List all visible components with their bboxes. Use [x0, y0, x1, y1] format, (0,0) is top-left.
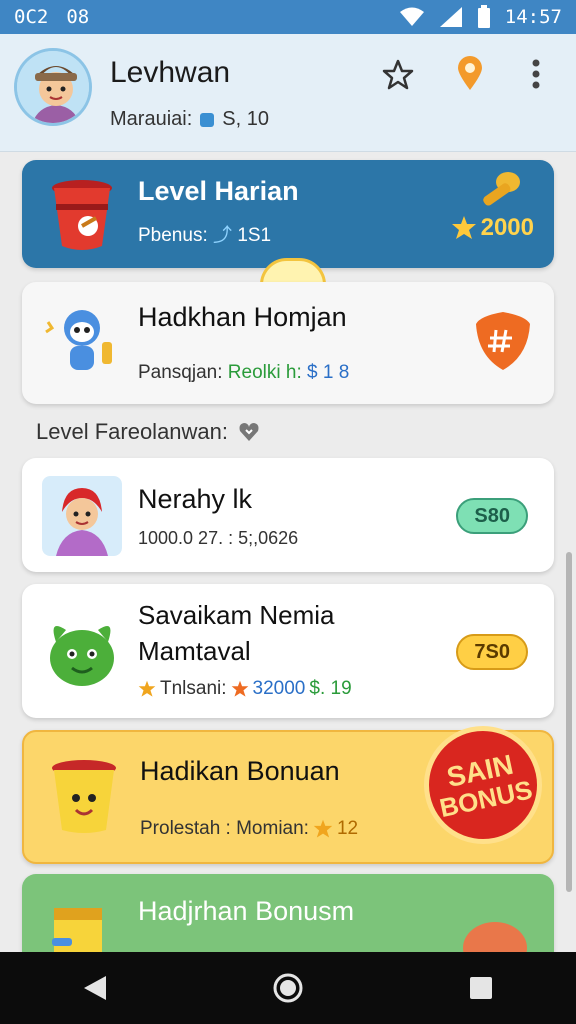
status-text-1: 0C2: [14, 6, 49, 28]
card-title: Hadikan Bonuan: [140, 756, 340, 786]
status-text-2: 08: [66, 6, 90, 28]
card-title: Nerahy lk: [138, 484, 253, 514]
card-sub-mid: Reolki h:: [227, 362, 302, 383]
shield-badge-icon[interactable]: [474, 310, 532, 372]
profile-sub-value: S, 10: [222, 108, 269, 130]
card-sub-value-2: $. 19: [309, 678, 352, 699]
heart-icon: [239, 423, 259, 441]
profile-sub-label: Marauiai:: [110, 108, 193, 130]
gold-key-icon: [483, 172, 520, 206]
profile-name: Levhwan: [110, 56, 231, 89]
arrow-icon: ⤴: [213, 225, 233, 246]
section-label: Level Fareolanwan:: [36, 419, 260, 445]
score-badge: 2000: [451, 214, 534, 242]
wifi-icon: [399, 7, 424, 26]
card-title: Level Harian: [138, 176, 299, 206]
cup-icon: [52, 760, 116, 833]
card-hadkhan-homjan[interactable]: Hadkhan Homjan Pansqjan: Reolki h: $ 1 8: [22, 282, 554, 404]
recents-icon[interactable]: [468, 975, 494, 1001]
treasure-box-icon: [52, 908, 102, 952]
mascot-icon: [45, 310, 112, 370]
card-title: Hadkhan Homjan: [138, 302, 347, 332]
signal-icon: [439, 7, 462, 27]
card-subtitle: Pbenus: ⤴ 1S1: [138, 220, 271, 247]
card-sub-value: 12: [336, 818, 359, 839]
star-outline-icon[interactable]: [378, 54, 418, 94]
character-avatar-icon: [42, 476, 122, 556]
card-sub-value: 1S1: [237, 225, 272, 246]
value-pill[interactable]: 7S0: [456, 634, 528, 670]
card-hadjrhan[interactable]: Hadjrhan Bonusm: [22, 874, 554, 952]
card-sub-label: Pbenus:: [138, 225, 208, 246]
card-subtitle: Pansqjan: Reolki h: $ 1 8: [138, 362, 349, 384]
sain-bonus-badge[interactable]: SAIN BONUS: [413, 715, 553, 855]
card-level-harian[interactable]: Level Harian Pbenus: ⤴ 1S1 2000: [22, 160, 554, 268]
gem-icon: [200, 112, 215, 127]
star-icon: [138, 680, 156, 697]
profile-header: Levhwan Marauiai: S, 10: [0, 34, 576, 152]
score-value: 2000: [480, 214, 534, 241]
avatar[interactable]: [14, 48, 92, 126]
content-list[interactable]: Level Harian Pbenus: ⤴ 1S1 2000 Hadkhan …: [0, 152, 576, 952]
card-sub-label: Tnlsani:: [160, 678, 227, 699]
more-vert-icon[interactable]: [516, 54, 556, 94]
battery-icon: [477, 5, 490, 28]
gem-icon: [231, 680, 248, 697]
green-monster-icon: [50, 626, 114, 686]
status-time: 14:57: [504, 6, 562, 28]
status-bar: 0C2 08 14:57: [0, 0, 576, 34]
card-sub-label: Prolestah : Momian:: [140, 818, 309, 839]
card-title: Hadjrhan Bonusm: [138, 896, 355, 926]
navigation-bar: [0, 952, 576, 1024]
scrollbar[interactable]: [566, 552, 572, 892]
card-subtitle: Tnlsani: 32000 $. 19: [138, 678, 352, 700]
card-sub-value-1: 32000: [252, 678, 306, 699]
profile-subtitle: Marauiai: S, 10: [110, 108, 269, 131]
card-subtitle: 1000.0 27. : 5;,0626: [138, 528, 299, 548]
card-title-line1: Savaikam Nemia: [138, 600, 335, 630]
bucket-icon: [52, 180, 112, 250]
card-sub-value: $ 1 8: [307, 362, 350, 383]
card-sub-label: Pansqjan:: [138, 362, 223, 383]
back-icon[interactable]: [82, 974, 108, 1002]
orange-blob-icon: [463, 922, 527, 952]
card-nerahy[interactable]: Nerahy lk 1000.0 27. : 5;,0626 S80: [22, 458, 554, 572]
home-icon[interactable]: [272, 972, 304, 1004]
card-title-line2: Mamtaval: [138, 636, 251, 666]
card-subtitle: Prolestah : Momian: 12: [140, 818, 358, 840]
card-savaikam[interactable]: Savaikam Nemia Mamtaval Tnlsani: 32000 $…: [22, 584, 554, 718]
star-icon: [313, 819, 333, 838]
star-icon: [451, 216, 476, 239]
card-hadikan-bonuan[interactable]: Hadikan Bonuan Prolestah : Momian: 12 SA…: [22, 715, 554, 864]
section-label-text: Level Fareolanwan:: [36, 419, 229, 444]
value-pill[interactable]: S80: [456, 498, 528, 534]
location-pin-icon[interactable]: [450, 54, 490, 94]
